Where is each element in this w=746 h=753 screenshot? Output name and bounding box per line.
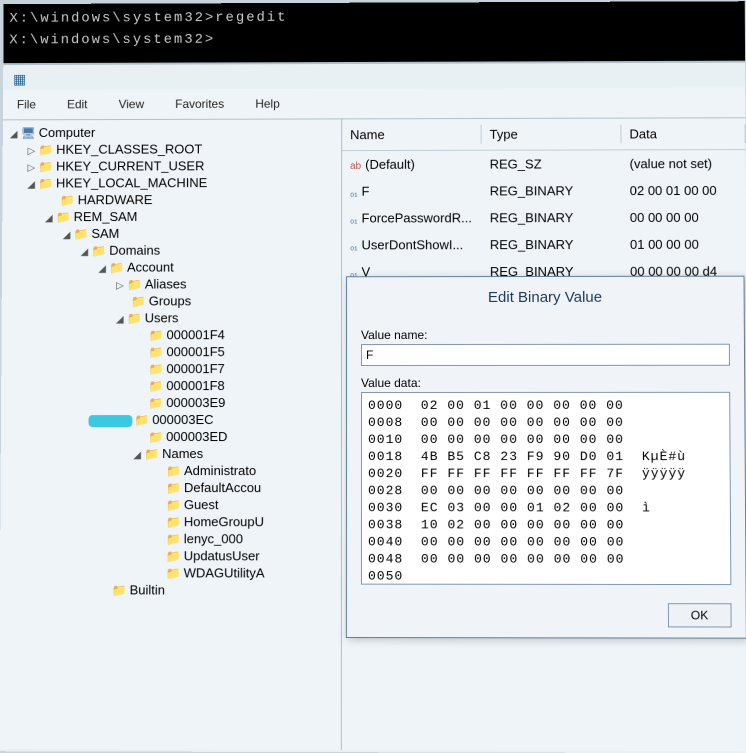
tree-groups[interactable]: Groups	[149, 293, 191, 308]
value-list-pane: Name Type Data ab(Default) REG_SZ (value…	[342, 118, 746, 751]
app-icon: ▦	[3, 63, 745, 90]
binary-icon: ₀₁	[350, 215, 358, 226]
tree-hkcr[interactable]: HKEY_CLASSES_ROOT	[56, 142, 202, 157]
tree-user-3ec[interactable]: 000003EC	[152, 412, 213, 427]
tree-sam[interactable]: SAM	[91, 226, 119, 241]
col-header-name[interactable]: Name	[342, 125, 482, 144]
tree-builtin[interactable]: Builtin	[130, 582, 165, 597]
tree-user-1f4[interactable]: 000001F4	[166, 327, 224, 342]
binary-icon: ₀₁	[350, 188, 358, 199]
menu-edit[interactable]: Edit	[53, 93, 101, 115]
console-line: X:\windows\system32>regedit	[9, 5, 738, 29]
menu-file[interactable]: File	[3, 94, 50, 116]
regedit-window: ▦ File Edit View Favorites Help ◢🖥Comput…	[0, 61, 746, 753]
tree-name-wdag[interactable]: WDAGUtilityA	[184, 565, 265, 580]
tree-hklm[interactable]: HKEY_LOCAL_MACHINE	[56, 175, 207, 190]
tree-name-admin[interactable]: Administrato	[184, 463, 256, 478]
list-header: Name Type Data	[342, 118, 746, 151]
value-row[interactable]: ₀₁F REG_BINARY 02 00 01 00 00	[342, 177, 746, 205]
value-name-input[interactable]	[361, 344, 730, 366]
highlight-marker	[88, 415, 132, 427]
tree-user-3ed[interactable]: 000003ED	[166, 429, 227, 444]
dialog-title: Edit Binary Value	[347, 277, 744, 318]
value-row[interactable]: ₀₁ForcePasswordR... REG_BINARY 00 00 00 …	[342, 204, 746, 232]
tree-user-3e9[interactable]: 000003E9	[166, 395, 225, 410]
edit-binary-dialog: Edit Binary Value Value name: Value data…	[346, 276, 746, 639]
tree-user-1f8[interactable]: 000001F8	[166, 378, 224, 393]
tree-name-guest[interactable]: Guest	[184, 497, 219, 512]
menu-view[interactable]: View	[105, 93, 158, 115]
registry-tree[interactable]: ◢🖥Computer ▷📁HKEY_CLASSES_ROOT ▷📁HKEY_CU…	[0, 119, 342, 750]
value-row[interactable]: ab(Default) REG_SZ (value not set)	[342, 150, 746, 178]
tree-name-homegroup[interactable]: HomeGroupU	[184, 514, 264, 529]
tree-name-lenyc[interactable]: lenyc_000	[184, 531, 243, 546]
console-prompt[interactable]: X:\windows\system32>	[9, 27, 739, 51]
col-header-data[interactable]: Data	[621, 124, 745, 143]
tree-domains[interactable]: Domains	[109, 243, 160, 258]
tree-computer[interactable]: Computer	[39, 125, 96, 140]
tree-name-default[interactable]: DefaultAccou	[184, 480, 261, 495]
menu-favorites[interactable]: Favorites	[161, 93, 238, 115]
tree-user-1f7[interactable]: 000001F7	[166, 361, 224, 376]
tree-name-updatus[interactable]: UpdatusUser	[184, 548, 260, 563]
ok-button[interactable]: OK	[668, 603, 732, 627]
tree-names[interactable]: Names	[162, 446, 203, 461]
tree-hardware[interactable]: HARDWARE	[78, 192, 153, 207]
tree-aliases[interactable]: Aliases	[145, 277, 187, 292]
binary-icon: ₀₁	[350, 241, 358, 252]
string-icon: ab	[350, 161, 361, 172]
console-window: X:\windows\system32>regedit X:\windows\s…	[3, 1, 745, 63]
menu-bar: File Edit View Favorites Help	[3, 87, 746, 120]
value-row[interactable]: ₀₁UserDontShowI... REG_BINARY 01 00 00 0…	[342, 231, 746, 259]
hex-editor[interactable]: 0000 02 00 01 00 00 00 00 00 0008 00 00 …	[361, 392, 731, 585]
tree-users[interactable]: Users	[145, 310, 179, 325]
menu-help[interactable]: Help	[241, 93, 293, 115]
tree-hkcu[interactable]: HKEY_CURRENT_USER	[56, 158, 204, 173]
tree-user-1f5[interactable]: 000001F5	[166, 344, 224, 359]
value-data-label: Value data:	[361, 376, 730, 390]
tree-account[interactable]: Account	[127, 260, 174, 275]
col-header-type[interactable]: Type	[482, 125, 622, 144]
value-name-label: Value name:	[361, 328, 730, 342]
tree-rem-sam[interactable]: REM_SAM	[74, 209, 138, 224]
